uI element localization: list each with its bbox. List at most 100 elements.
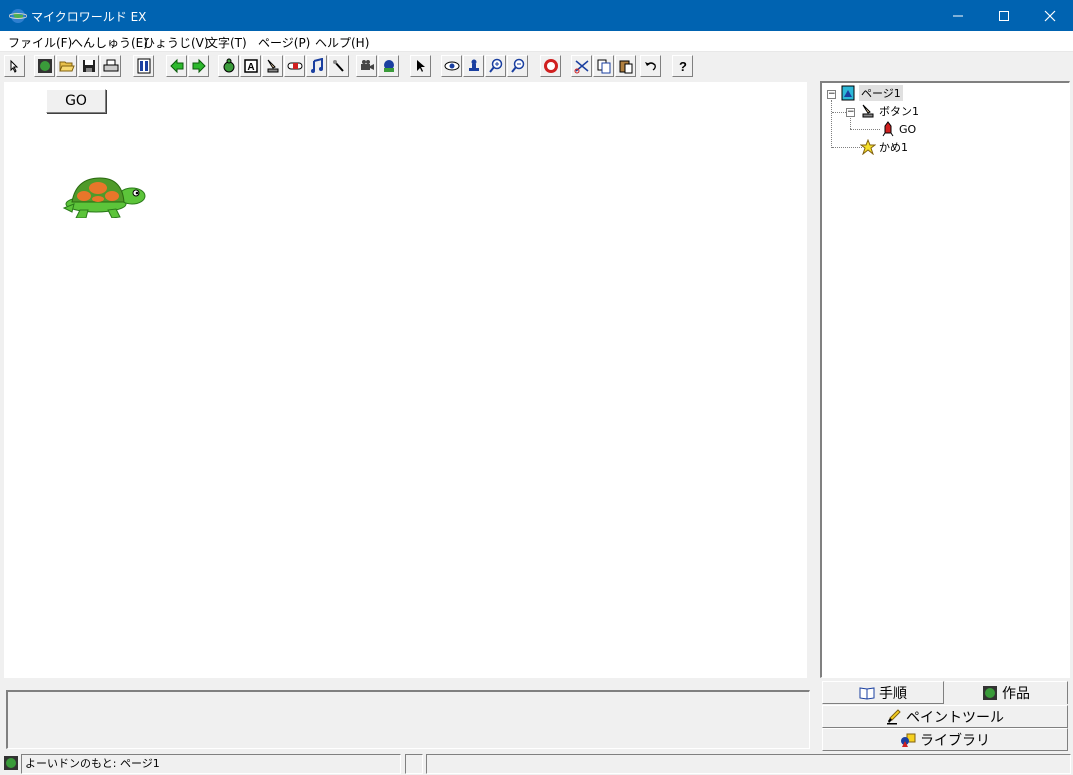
new-page-button[interactable] <box>378 55 399 77</box>
menu-help[interactable]: ヘルプ(H) <box>315 34 369 51</box>
stamp-tool-button[interactable] <box>463 55 484 77</box>
paste-button[interactable] <box>615 55 636 77</box>
go-button[interactable]: GO <box>46 89 106 113</box>
svg-text:A: A <box>247 62 254 73</box>
tab-paint-tools-label: ペイントツール <box>906 709 1004 726</box>
menu-text[interactable]: 文字(T) <box>206 34 247 51</box>
zoom-in-button[interactable] <box>485 55 506 77</box>
arrow-left-icon <box>169 58 183 74</box>
page-sorter-button[interactable] <box>133 55 154 77</box>
tree-connector <box>831 100 832 148</box>
close-button[interactable] <box>1027 0 1073 31</box>
menu-bar: ファイル(F) へんしゅう(E) ひょうじ(V) 文字(T) ページ(P) ヘル… <box>0 31 1073 52</box>
cut-button[interactable] <box>571 55 592 77</box>
turtle-star-icon <box>860 139 876 155</box>
help-button[interactable]: ? <box>672 55 693 77</box>
new-turtle-button[interactable] <box>218 55 239 77</box>
page-icon <box>841 85 855 101</box>
new-project-button[interactable] <box>34 55 55 77</box>
stamp-icon <box>468 59 479 71</box>
music-note-icon <box>310 58 323 73</box>
close-icon <box>1044 10 1056 21</box>
zoom-in-icon <box>488 58 502 73</box>
tree-node-page[interactable]: ページ1 <box>840 85 903 101</box>
folder-open-icon <box>58 61 75 72</box>
minimize-button[interactable] <box>935 0 981 31</box>
new-slider-button[interactable] <box>284 55 305 77</box>
turtle-icon <box>223 58 234 73</box>
zoom-out-icon <box>510 58 524 73</box>
maximize-icon <box>999 10 1009 21</box>
new-textbox-button[interactable]: A <box>240 55 261 77</box>
tool-arrow-button[interactable] <box>4 55 25 77</box>
tree-node-turtle[interactable]: かめ1 <box>860 139 908 155</box>
sound-button[interactable] <box>328 55 349 77</box>
status-panel-empty <box>405 754 423 774</box>
select-arrow-icon <box>10 59 18 73</box>
slider-icon <box>287 62 302 70</box>
video-camera-icon <box>360 60 374 70</box>
music-button[interactable] <box>306 55 327 77</box>
arrow-right-icon <box>192 58 206 74</box>
globe-icon <box>983 686 997 700</box>
tree-expander-page[interactable]: − <box>827 90 836 99</box>
tree-connector <box>832 147 862 148</box>
text-box-icon: A <box>243 59 258 73</box>
tab-project[interactable]: 作品 <box>945 681 1068 704</box>
command-center[interactable] <box>6 690 810 749</box>
stop-all-button[interactable] <box>540 55 561 77</box>
tab-steps[interactable]: 手順 <box>822 681 944 704</box>
next-page-button[interactable] <box>188 55 209 77</box>
pointer-tool-button[interactable] <box>410 55 431 77</box>
save-button[interactable] <box>78 55 99 77</box>
scissors-icon <box>574 60 588 74</box>
tree-expander-button[interactable]: − <box>846 108 855 117</box>
shapes-icon <box>901 733 916 747</box>
status-panel-empty <box>426 754 1071 774</box>
tab-steps-label: 手順 <box>879 685 907 702</box>
page-canvas[interactable]: GO <box>4 82 807 678</box>
maximize-button[interactable] <box>981 0 1027 31</box>
status-bar: よーいドンのもと: ページ1 <box>0 752 1073 775</box>
copy-button[interactable] <box>593 55 614 77</box>
menu-page[interactable]: ページ(P) <box>258 34 310 51</box>
undo-icon <box>644 62 656 71</box>
turtle-sprite[interactable] <box>62 174 148 218</box>
menu-view[interactable]: ひょうじ(V) <box>143 34 209 51</box>
button-finger-icon <box>267 59 278 73</box>
stop-hand-icon <box>543 59 558 73</box>
print-button[interactable] <box>100 55 121 77</box>
globe-icon <box>37 59 52 73</box>
tab-paint-tools[interactable]: ペイントツール <box>822 705 1068 728</box>
zoom-out-button[interactable] <box>507 55 528 77</box>
tree-node-instruction-label: GO <box>899 122 917 136</box>
undo-button[interactable] <box>640 55 661 77</box>
tree-connector <box>832 112 846 113</box>
floppy-icon <box>82 60 95 72</box>
menu-edit[interactable]: へんしゅう(E) <box>71 34 148 51</box>
eye-tool-button[interactable] <box>441 55 462 77</box>
eye-icon <box>444 61 459 71</box>
minimize-icon <box>953 15 963 16</box>
menu-file[interactable]: ファイル(F) <box>8 34 72 51</box>
paintbrush-icon <box>887 708 901 724</box>
open-button[interactable] <box>56 55 77 77</box>
globe-page-icon <box>383 60 394 72</box>
tab-library[interactable]: ライブラリ <box>822 728 1068 751</box>
tree-node-turtle-label: かめ1 <box>879 141 908 154</box>
video-button[interactable] <box>356 55 377 77</box>
toolbar: A ? <box>0 53 1073 80</box>
window-title: マイクロワールド EX <box>31 10 147 24</box>
tab-library-label: ライブラリ <box>920 732 990 749</box>
tree-node-button[interactable]: ボタン1 <box>860 103 919 119</box>
copy-icon <box>597 59 610 74</box>
globe-status-icon <box>4 756 18 770</box>
svg-text:?: ? <box>679 59 687 74</box>
tree-node-page-label: ページ1 <box>859 85 903 101</box>
tree-node-button-label: ボタン1 <box>879 105 919 118</box>
new-button-tool[interactable] <box>262 55 283 77</box>
tree-node-instruction[interactable]: GO <box>880 121 916 137</box>
pointer-arrow-icon <box>416 60 425 72</box>
button-finger-icon <box>862 104 874 118</box>
previous-page-button[interactable] <box>166 55 187 77</box>
